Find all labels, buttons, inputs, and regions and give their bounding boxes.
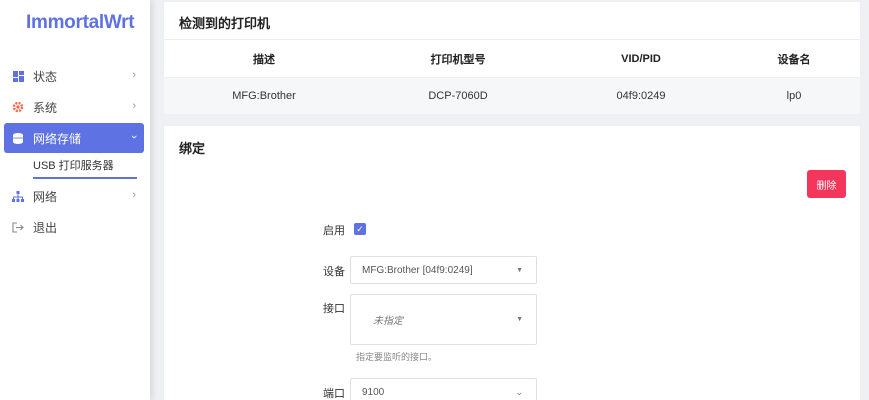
- column-header: 描述: [253, 53, 275, 66]
- detected-printers-card: 检测到的打印机 描述 打印机型号 VID/PID 设备名 MFG:Brother…: [164, 2, 860, 114]
- port-label: 端口: [323, 388, 345, 400]
- table-header: 描述 打印机型号 VID/PID 设备名: [164, 39, 860, 78]
- sidebar-item-network[interactable]: 网络 ›: [4, 181, 144, 211]
- chevron-down-icon: ›: [128, 135, 141, 139]
- sidebar-item-label: 状态: [33, 69, 58, 84]
- port-select-value: 9100: [362, 386, 385, 398]
- table-cell: MFG:Brother: [232, 90, 296, 102]
- column-header: 打印机型号: [430, 53, 486, 66]
- sidebar-item-label: 网络: [33, 189, 58, 204]
- section-title: 检测到的打印机: [179, 16, 271, 31]
- network-icon: [12, 190, 24, 202]
- interface-label: 接口: [323, 303, 345, 315]
- chevron-right-icon: ›: [132, 189, 136, 201]
- sidebar-item-label: 系统: [33, 100, 58, 115]
- enable-checkbox[interactable]: ✓: [354, 223, 366, 235]
- chevron-down-icon: ⌄: [515, 386, 523, 397]
- sidebar-item-label: 网络存储: [33, 131, 82, 146]
- table-cell: DCP-7060D: [428, 90, 488, 102]
- column-header: VID/PID: [621, 52, 661, 65]
- device-select[interactable]: MFG:Brother [04f9:0249] ▼: [350, 256, 537, 284]
- app-logo[interactable]: ImmortalWrt: [26, 12, 135, 34]
- sidebar-subitem-label: USB 打印服务器: [33, 160, 114, 172]
- interface-select[interactable]: 未指定 ▼: [350, 294, 537, 345]
- device-select-value: MFG:Brother [04f9:0249]: [362, 264, 473, 276]
- sidebar-subitem-usb-printer[interactable]: USB 打印服务器: [33, 159, 137, 179]
- table-cell: lp0: [786, 90, 802, 102]
- sidebar-item-status[interactable]: 状态 ›: [4, 61, 144, 91]
- section-title: 绑定: [179, 141, 206, 156]
- chevron-right-icon: ›: [132, 69, 136, 81]
- binding-card: 绑定 删除 启用 ✓ 设备 MFG:Brother [04f9:0249] ▼ …: [164, 126, 860, 400]
- gear-icon: [12, 101, 24, 113]
- sidebar-item-label: 退出: [33, 220, 58, 235]
- column-header: 设备名: [777, 53, 811, 66]
- storage-icon: [12, 132, 24, 144]
- dashboard-icon: [12, 70, 24, 82]
- chevron-right-icon: ›: [132, 100, 136, 112]
- sidebar-item-nas[interactable]: 网络存储 ›: [4, 123, 144, 153]
- sidebar-item-system[interactable]: 系统 ›: [4, 92, 144, 122]
- sidebar: ImmortalWrt 状态 › 系统 › 网络存储 › USB 打印服务器 网…: [0, 0, 150, 400]
- caret-down-icon: ▼: [516, 316, 523, 323]
- port-select[interactable]: 9100 ⌄: [350, 378, 537, 400]
- delete-button[interactable]: 删除: [807, 170, 846, 198]
- caret-down-icon: ▼: [516, 266, 523, 274]
- interface-help-text: 指定要监听的接口。: [356, 352, 438, 362]
- logout-icon: [12, 221, 24, 233]
- sidebar-item-logout[interactable]: 退出: [4, 212, 144, 242]
- interface-select-value: 未指定: [373, 316, 403, 327]
- table-row: MFG:Brother DCP-7060D 04f9:0249 lp0: [164, 78, 860, 114]
- table-cell: 04f9:0249: [616, 90, 666, 102]
- enable-label: 启用: [323, 225, 345, 237]
- device-label: 设备: [323, 266, 345, 278]
